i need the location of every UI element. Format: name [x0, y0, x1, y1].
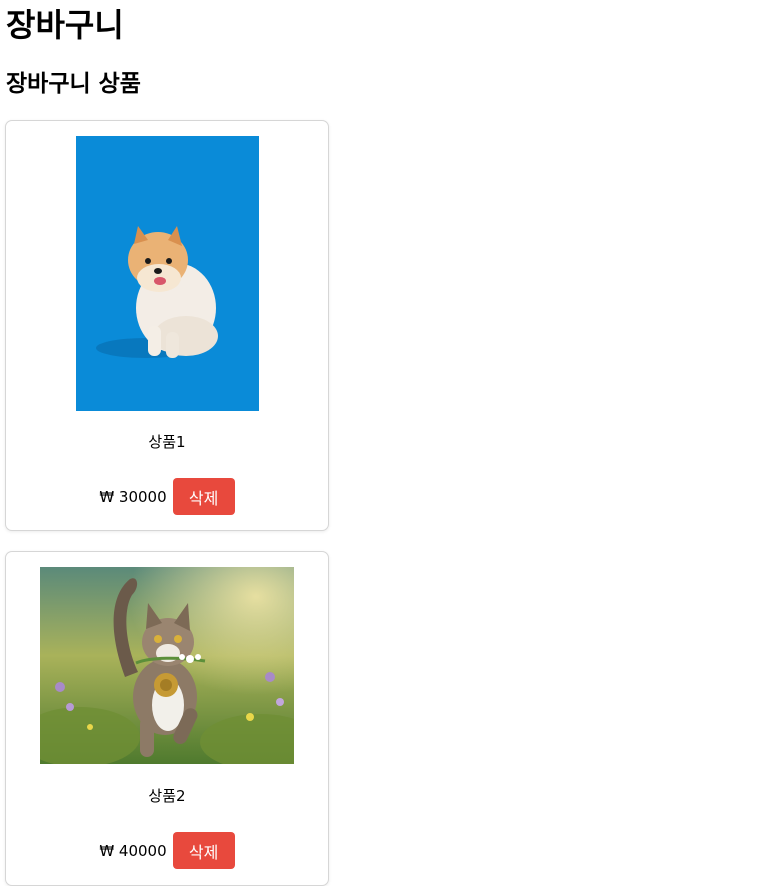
- product-name: 상품1: [148, 433, 186, 451]
- delete-button[interactable]: 삭제: [172, 832, 235, 869]
- cart-page: 장바구니 장바구니 상품 상품1 ₩ 30000 삭제 상품2 ₩ 40000 …: [0, 0, 758, 886]
- cart-item-card: 상품2 ₩ 40000 삭제: [5, 551, 329, 886]
- cart-section-title: 장바구니 상품: [6, 71, 141, 97]
- product-image-cat: [40, 567, 294, 764]
- page-title: 장바구니: [6, 6, 124, 44]
- product-price: ₩ 30000: [99, 487, 167, 506]
- price-row: ₩ 30000 삭제: [6, 478, 328, 515]
- price-row: ₩ 40000 삭제: [6, 832, 328, 869]
- delete-button[interactable]: 삭제: [172, 478, 235, 515]
- product-name: 상품2: [148, 787, 186, 805]
- cart-item-card: 상품1 ₩ 30000 삭제: [5, 120, 329, 531]
- product-price: ₩ 40000: [99, 841, 167, 860]
- product-image-dog: [76, 136, 259, 411]
